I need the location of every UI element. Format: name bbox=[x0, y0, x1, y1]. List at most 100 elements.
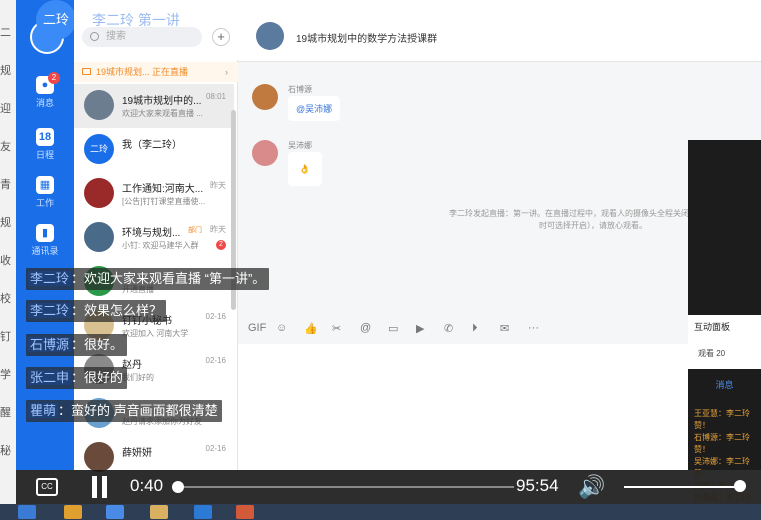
browser-icon[interactable] bbox=[64, 505, 82, 519]
chat-list-item[interactable]: 二玲 我（李二玲） bbox=[74, 128, 234, 172]
danmaku-comment: 石博源 ：很好。 bbox=[26, 334, 128, 356]
emoji-icon[interactable]: ☺ bbox=[276, 322, 287, 334]
powerpoint-icon[interactable] bbox=[236, 505, 254, 519]
pause-button[interactable] bbox=[92, 476, 108, 498]
chat-name: 薛妍妍 bbox=[122, 448, 152, 459]
chat-list-item[interactable]: 工作通知:河南大... [公告]钉钉课堂直播使... 昨天 bbox=[74, 172, 234, 216]
add-button[interactable]: + bbox=[212, 28, 230, 46]
panel-title: 互动面板 bbox=[688, 315, 761, 339]
live-banner-text: 19城市规划... 正在直播 bbox=[96, 67, 189, 77]
folder-icon[interactable] bbox=[150, 505, 168, 519]
video-icon[interactable]: ⏵ bbox=[472, 322, 478, 335]
gif-icon[interactable]: GIF bbox=[248, 322, 266, 334]
chat-avatar: 二玲 bbox=[84, 134, 114, 164]
chat-time: 昨天 bbox=[210, 181, 226, 190]
department-tag: 部门 bbox=[188, 227, 202, 234]
chat-preview: 欢迎加入 河南大学 bbox=[122, 329, 189, 338]
chat-name: 环境与规划... bbox=[122, 228, 181, 239]
contacts-icon: ▮ bbox=[36, 224, 54, 242]
ok-emoji-icon[interactable]: 👌 bbox=[288, 152, 322, 186]
panel-message: 王亚慧：李二玲 bbox=[694, 409, 750, 418]
volume-slider[interactable] bbox=[624, 486, 740, 488]
background-text: 迎 bbox=[0, 103, 11, 115]
chat-preview: 欢迎大家来观看直播 ... bbox=[122, 109, 203, 118]
danmaku-author: 李二玲 bbox=[28, 303, 72, 318]
play-file-icon[interactable]: ▶ bbox=[416, 322, 424, 335]
danmaku-author: 李二玲 bbox=[28, 271, 72, 286]
danmaku-text: ：蛮好的 声音画面都很清楚 bbox=[58, 403, 218, 418]
message-composer[interactable] bbox=[238, 344, 688, 470]
live-banner[interactable]: 19城市规划... 正在直播 › bbox=[74, 62, 238, 82]
danmaku-text: ：效果怎么样？ bbox=[71, 303, 163, 318]
chat-avatar bbox=[84, 442, 114, 472]
panel-message: 赞！ bbox=[694, 445, 710, 454]
chat-preview: 小钉: 欢迎马建华入群 bbox=[122, 241, 199, 250]
progress-bar[interactable] bbox=[172, 481, 514, 493]
panel-message: 赞！ bbox=[694, 421, 710, 430]
profile-avatar-bubble[interactable]: 二玲 bbox=[36, 0, 76, 40]
current-time: 0:40 bbox=[130, 476, 164, 495]
danmaku-text: ：欢迎大家来观看直播 “第一讲”。 bbox=[71, 271, 266, 286]
background-text: 醒 bbox=[0, 407, 11, 419]
viewers-count: 观看 20 bbox=[688, 339, 761, 369]
nav-item-label: 消息 bbox=[35, 98, 54, 108]
scissors-icon[interactable]: ✂ bbox=[332, 322, 341, 335]
calendar-icon: 18 bbox=[36, 128, 54, 146]
nav-item-messages[interactable]: ● 2 消息 bbox=[16, 72, 74, 109]
grid-icon: ▦ bbox=[36, 176, 54, 194]
danmaku-text: ：很好。 bbox=[71, 337, 124, 352]
nav-item-contacts[interactable]: ▮ 通讯录 bbox=[16, 224, 74, 257]
danmaku-author: 张二申 bbox=[28, 370, 72, 385]
background-text: 青 bbox=[0, 179, 11, 191]
danmaku-author: 石博源 bbox=[28, 337, 72, 352]
group-avatar[interactable] bbox=[256, 22, 284, 50]
start-icon[interactable] bbox=[18, 505, 36, 519]
background-text: 友 bbox=[0, 141, 11, 153]
subtitles-icon[interactable]: CC bbox=[36, 478, 58, 496]
mail-icon[interactable]: ✉ bbox=[500, 322, 509, 335]
chat-time: 昨天 bbox=[210, 225, 226, 234]
folder-icon[interactable]: ▭ bbox=[388, 322, 398, 335]
chat-time: 02-16 bbox=[205, 444, 226, 453]
chat-name: 19城市规划中的... bbox=[122, 96, 202, 107]
nav-item-label: 通讯录 bbox=[31, 246, 59, 256]
nav-item-work[interactable]: ▦ 工作 bbox=[16, 176, 74, 209]
chat-avatar bbox=[84, 90, 114, 120]
phone-icon[interactable]: ✆ bbox=[444, 322, 453, 335]
group-title: 19城市规划中的数学方法授课群 bbox=[296, 34, 438, 45]
chat-avatar bbox=[84, 222, 114, 252]
chat-list-item[interactable]: 环境与规划... 小钉: 欢迎马建华入群 昨天 部门 2 bbox=[74, 216, 234, 260]
unread-badge: 2 bbox=[216, 240, 226, 250]
more-icon[interactable]: ··· bbox=[528, 322, 539, 334]
chat-time: 02-16 bbox=[205, 312, 226, 321]
danmaku-comment: 张二申 ：很好的 bbox=[26, 367, 128, 389]
interaction-panel: 互动面板 观看 20 消息 王亚慧：李二玲赞！石博源：李二玲赞！吴沛娜：李二玲赞… bbox=[688, 140, 761, 502]
chat-time: 08:01 bbox=[205, 92, 226, 101]
chat-list-item[interactable]: 19城市规划中的... 欢迎大家来观看直播 ... 08:01 bbox=[74, 84, 234, 128]
chat-time: 02-16 bbox=[205, 356, 226, 365]
panel-message: 石博源：李二玲 bbox=[694, 433, 750, 442]
chat-list-header: 李二玲 第一讲 搜索 + bbox=[74, 0, 238, 60]
volume-icon[interactable]: 🔊 bbox=[578, 474, 605, 500]
search-placeholder: 搜索 bbox=[106, 31, 126, 42]
progress-handle[interactable] bbox=[172, 481, 184, 493]
at-icon[interactable]: @ bbox=[360, 322, 371, 334]
message-sender: 石博源 bbox=[288, 85, 312, 94]
chat-avatar bbox=[84, 178, 114, 208]
nav-item-label: 工作 bbox=[35, 198, 54, 208]
sender-avatar[interactable] bbox=[252, 84, 278, 110]
app-icon[interactable] bbox=[106, 505, 124, 519]
message-bubble[interactable]: @吴沛娜 bbox=[288, 96, 341, 121]
panel-message: 吴沛娜：李二玲 bbox=[694, 457, 750, 466]
app-icon[interactable] bbox=[194, 505, 212, 519]
sender-avatar[interactable] bbox=[252, 140, 278, 166]
chevron-right-icon: › bbox=[225, 67, 228, 77]
search-input[interactable]: 搜索 bbox=[82, 27, 202, 47]
background-text: 钉 bbox=[0, 331, 11, 343]
thumbs-up-icon[interactable]: 👍 bbox=[304, 322, 318, 335]
danmaku-author: 瞿萌 bbox=[28, 403, 59, 418]
camera-icon bbox=[82, 68, 91, 75]
nav-item-calendar[interactable]: 18 日程 bbox=[16, 128, 74, 161]
volume-handle[interactable] bbox=[734, 480, 746, 492]
tab-messages[interactable]: 消息 bbox=[688, 370, 761, 400]
